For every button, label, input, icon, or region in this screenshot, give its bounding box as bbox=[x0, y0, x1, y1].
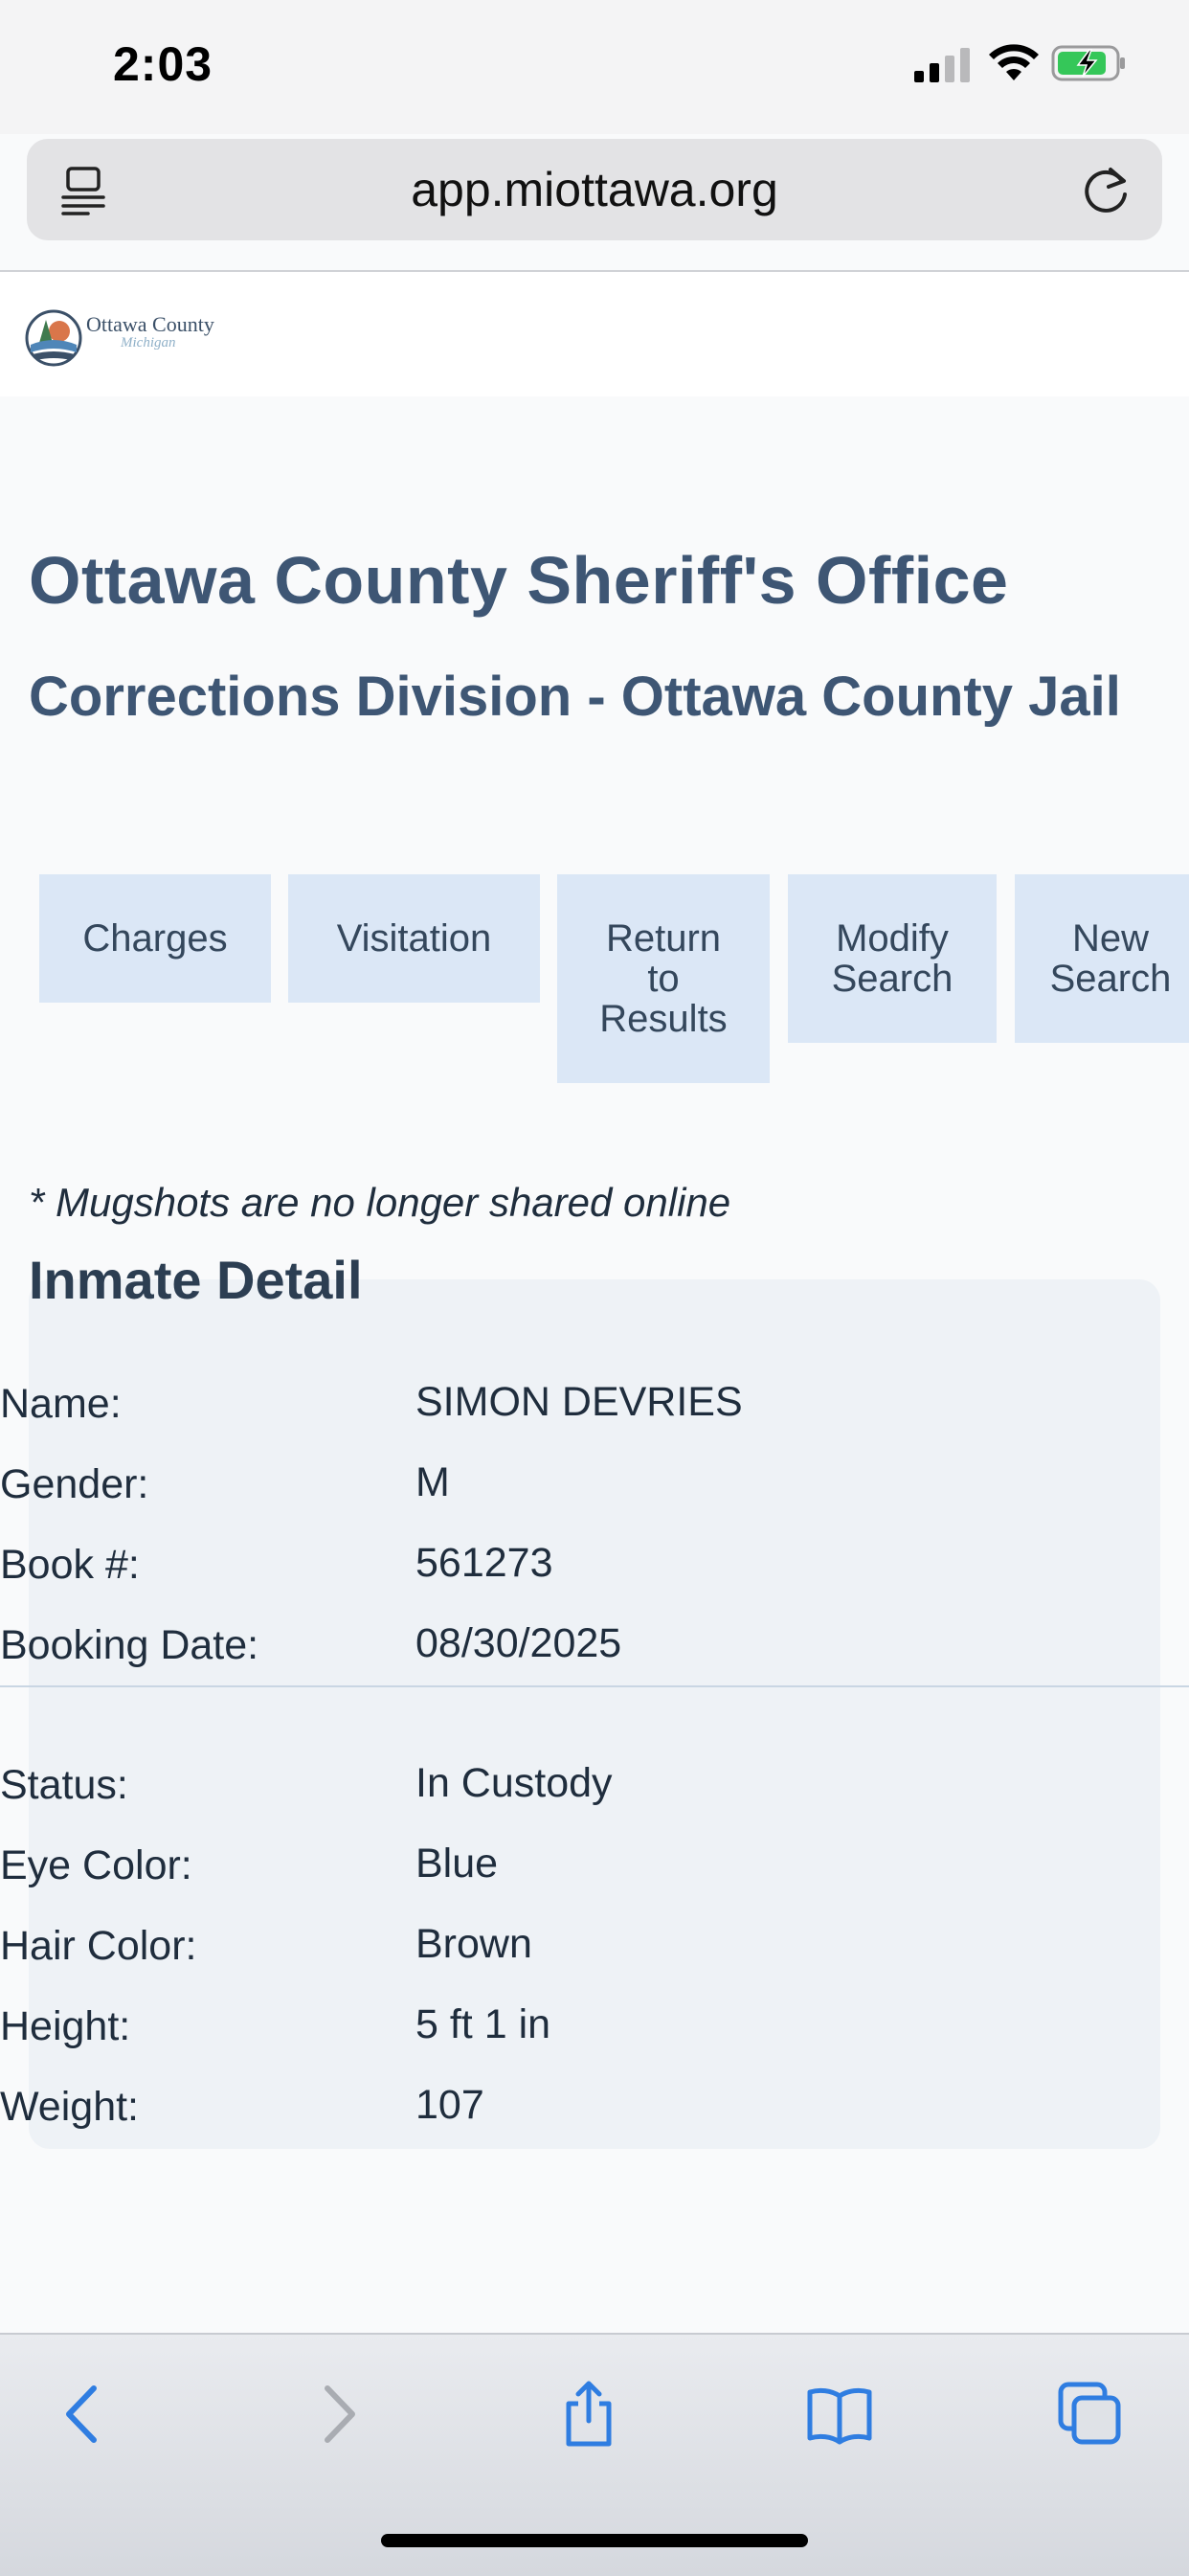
status-value: In Custody bbox=[415, 1760, 613, 1806]
cellular-signal-icon bbox=[914, 48, 970, 82]
charges-button[interactable]: Charges bbox=[39, 874, 271, 1003]
return-to-results-button[interactable]: Return to Results bbox=[557, 874, 770, 1083]
wifi-icon bbox=[989, 44, 1039, 80]
battery-charging-icon bbox=[1051, 45, 1125, 81]
modify-search-button[interactable]: Modify Search bbox=[788, 874, 997, 1043]
county-logo[interactable]: Ottawa County Michigan bbox=[25, 306, 236, 370]
height-value: 5 ft 1 in bbox=[415, 2001, 551, 2047]
home-indicator[interactable] bbox=[381, 2534, 808, 2547]
gender-label: Gender: bbox=[0, 1461, 149, 1507]
reload-icon[interactable] bbox=[1080, 162, 1133, 217]
share-icon[interactable] bbox=[555, 2381, 622, 2448]
county-seal-icon bbox=[25, 309, 82, 367]
visitation-label: Visitation bbox=[336, 917, 492, 960]
weight-label: Weight: bbox=[0, 2084, 139, 2130]
gender-value: M bbox=[415, 1459, 450, 1505]
hair-color-label: Hair Color: bbox=[0, 1923, 197, 1969]
page-title: Ottawa County Sheriff's Office bbox=[29, 543, 1009, 618]
back-icon[interactable] bbox=[50, 2381, 117, 2448]
modify-label-line1: Modify bbox=[836, 917, 949, 960]
detail-divider bbox=[0, 1685, 1189, 1687]
mugshot-note: * Mugshots are no longer shared online bbox=[29, 1180, 731, 1225]
book-number-label: Book #: bbox=[0, 1542, 140, 1588]
url-text[interactable]: app.miottawa.org bbox=[27, 162, 1162, 217]
hair-color-value: Brown bbox=[415, 1921, 532, 1967]
page-subtitle: Corrections Division - Ottawa County Jai… bbox=[29, 666, 1121, 728]
address-bar[interactable]: app.miottawa.org bbox=[27, 139, 1162, 240]
inmate-detail-title: Inmate Detail bbox=[29, 1250, 363, 1310]
new-label-line1: New bbox=[1071, 917, 1150, 960]
status-label: Status: bbox=[0, 1762, 128, 1808]
return-label-line1: Return bbox=[605, 917, 722, 960]
modify-label-line2: Search bbox=[831, 958, 953, 1000]
eye-color-value: Blue bbox=[415, 1841, 499, 1887]
logo-bar: Ottawa County Michigan bbox=[0, 272, 1189, 396]
visitation-button[interactable]: Visitation bbox=[288, 874, 540, 1003]
web-page: Ottawa County Michigan Ottawa County She… bbox=[0, 272, 1189, 2333]
weight-value: 107 bbox=[415, 2082, 484, 2128]
height-label: Height: bbox=[0, 2003, 131, 2049]
book-number-value: 561273 bbox=[415, 1540, 553, 1586]
eye-color-label: Eye Color: bbox=[0, 1842, 192, 1888]
tabs-icon[interactable] bbox=[1057, 2381, 1124, 2448]
name-label: Name: bbox=[0, 1381, 122, 1427]
status-bar: 2:03 bbox=[0, 0, 1189, 134]
status-time: 2:03 bbox=[113, 37, 213, 91]
booking-date-label: Booking Date: bbox=[0, 1622, 259, 1668]
new-label-line2: Search bbox=[1049, 958, 1172, 1000]
bookmarks-icon[interactable] bbox=[806, 2381, 873, 2448]
return-label-line3: Results bbox=[599, 998, 728, 1040]
name-value: SIMON DEVRIES bbox=[415, 1379, 743, 1425]
logo-sub: Michigan bbox=[121, 335, 176, 350]
return-label-line2: to bbox=[647, 958, 680, 1000]
booking-date-value: 08/30/2025 bbox=[415, 1620, 622, 1666]
charges-label: Charges bbox=[82, 917, 228, 960]
forward-icon[interactable] bbox=[304, 2381, 371, 2448]
logo-name: Ottawa County bbox=[86, 312, 214, 336]
new-search-button[interactable]: New Search bbox=[1015, 874, 1189, 1043]
